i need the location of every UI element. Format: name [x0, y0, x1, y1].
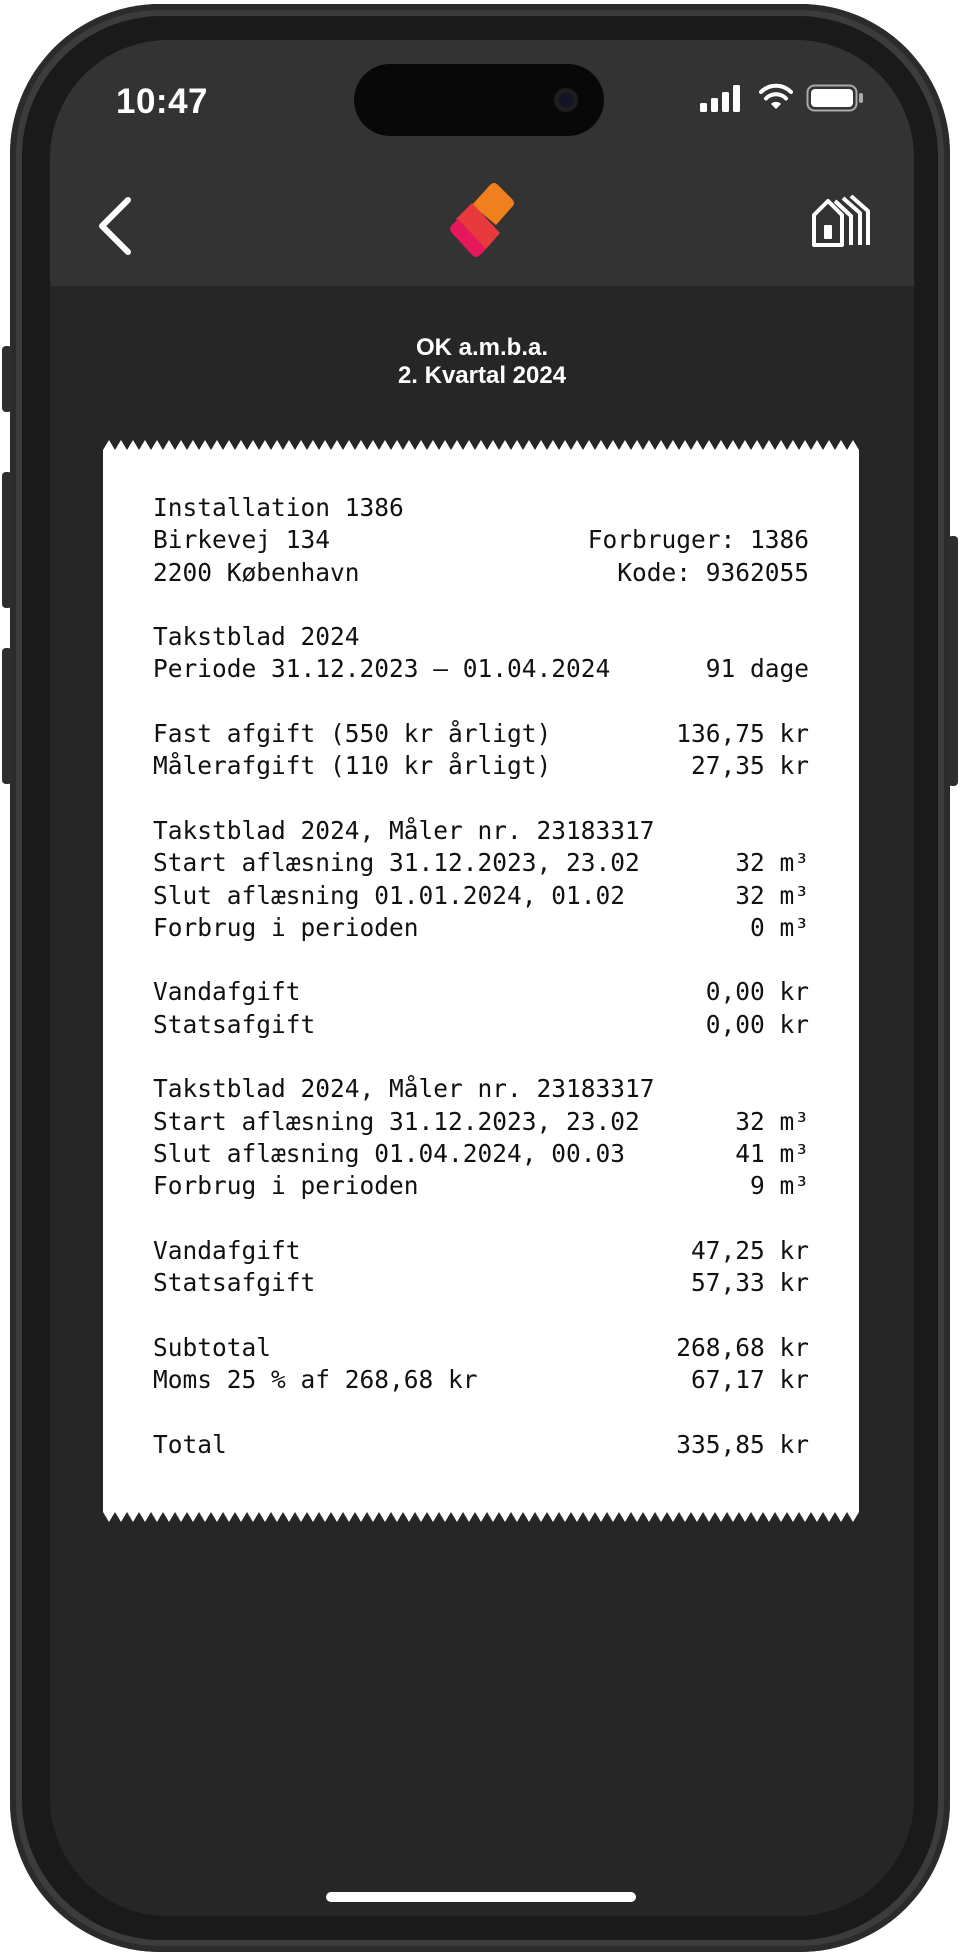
receipt: Installation 1386 Birkevej 134 Forbruger:…: [103, 440, 859, 1522]
houses-icon[interactable]: [810, 195, 872, 247]
receipt-row: Periode 31.12.2023 – 01.04.2024 91 dage: [153, 654, 809, 684]
receipt-row: Slut aflæsning 01.01.2024, 01.02 32 m³: [153, 880, 809, 910]
receipt-row: Takstblad 2024, Måler nr. 23183317: [153, 1074, 655, 1104]
company-title: OK a.m.b.a.: [415, 334, 549, 361]
receipt-body: Installation 1386 Birkevej 134 Forbruger:…: [153, 492, 809, 1461]
receipt-row: Forbrug i perioden 0 m³: [153, 912, 809, 942]
volume-up-button: [2, 472, 12, 608]
receipt-row: Slut aflæsning 01.04.2024, 00.03 41 m³: [153, 1138, 809, 1168]
receipt-row: Start aflæsning 31.12.2023, 23.02 32 m³: [153, 848, 809, 878]
camera-icon: [554, 88, 578, 112]
receipt-row: Statsafgift 0,00 kr: [153, 1009, 809, 1039]
period-title: 2. Kvartal 2024: [397, 362, 567, 389]
receipt-row: Birkevej 134 Forbruger: 1386: [153, 525, 809, 555]
receipt-row: Vandafgift 47,25 kr: [153, 1235, 809, 1265]
receipt-row: Statsafgift 57,33 kr: [153, 1268, 809, 1298]
power-button: [948, 536, 958, 786]
back-chevron-icon[interactable]: [90, 192, 140, 260]
status-time: 10:47: [116, 82, 209, 121]
receipt-row: Fast afgift (550 kr årligt) 136,75 kr: [153, 719, 809, 749]
receipt-row: Vandafgift 0,00 kr: [153, 977, 809, 1007]
cellular-signal-icon: [700, 84, 740, 112]
subtotal-row: Subtotal 268,68 kr: [153, 1332, 809, 1362]
battery-icon: [806, 84, 863, 112]
total-row: Total 335,85 kr: [153, 1429, 809, 1459]
receipt-row: Forbrug i perioden 9 m³: [153, 1171, 809, 1201]
home-indicator[interactable]: [326, 1892, 636, 1902]
vat-row: Moms 25 % af 268,68 kr 67,17 kr: [153, 1365, 809, 1395]
receipt-row: Start aflæsning 31.12.2023, 23.02 32 m³: [153, 1106, 809, 1136]
receipt-row: 2200 København Kode: 9362055: [153, 557, 809, 587]
app-logo-icon: [450, 183, 514, 257]
page-header: OK a.m.b.a. 2. Kvartal 2024: [50, 334, 914, 390]
receipt-row: Takstblad 2024, Måler nr. 23183317: [153, 815, 655, 845]
screen: 10:47 OK a.m.b.a. 2. Kvartal 2024 Instal…: [50, 40, 914, 1916]
receipt-row: Målerafgift (110 kr årligt) 27,35 kr: [153, 751, 809, 781]
top-bar: 10:47: [50, 40, 914, 286]
dynamic-island: [354, 64, 604, 136]
wifi-icon: [759, 83, 793, 109]
volume-down-button: [2, 648, 12, 784]
action-button: [2, 346, 12, 412]
receipt-row: Takstblad 2024: [153, 622, 360, 652]
receipt-row: Installation 1386: [153, 493, 404, 522]
